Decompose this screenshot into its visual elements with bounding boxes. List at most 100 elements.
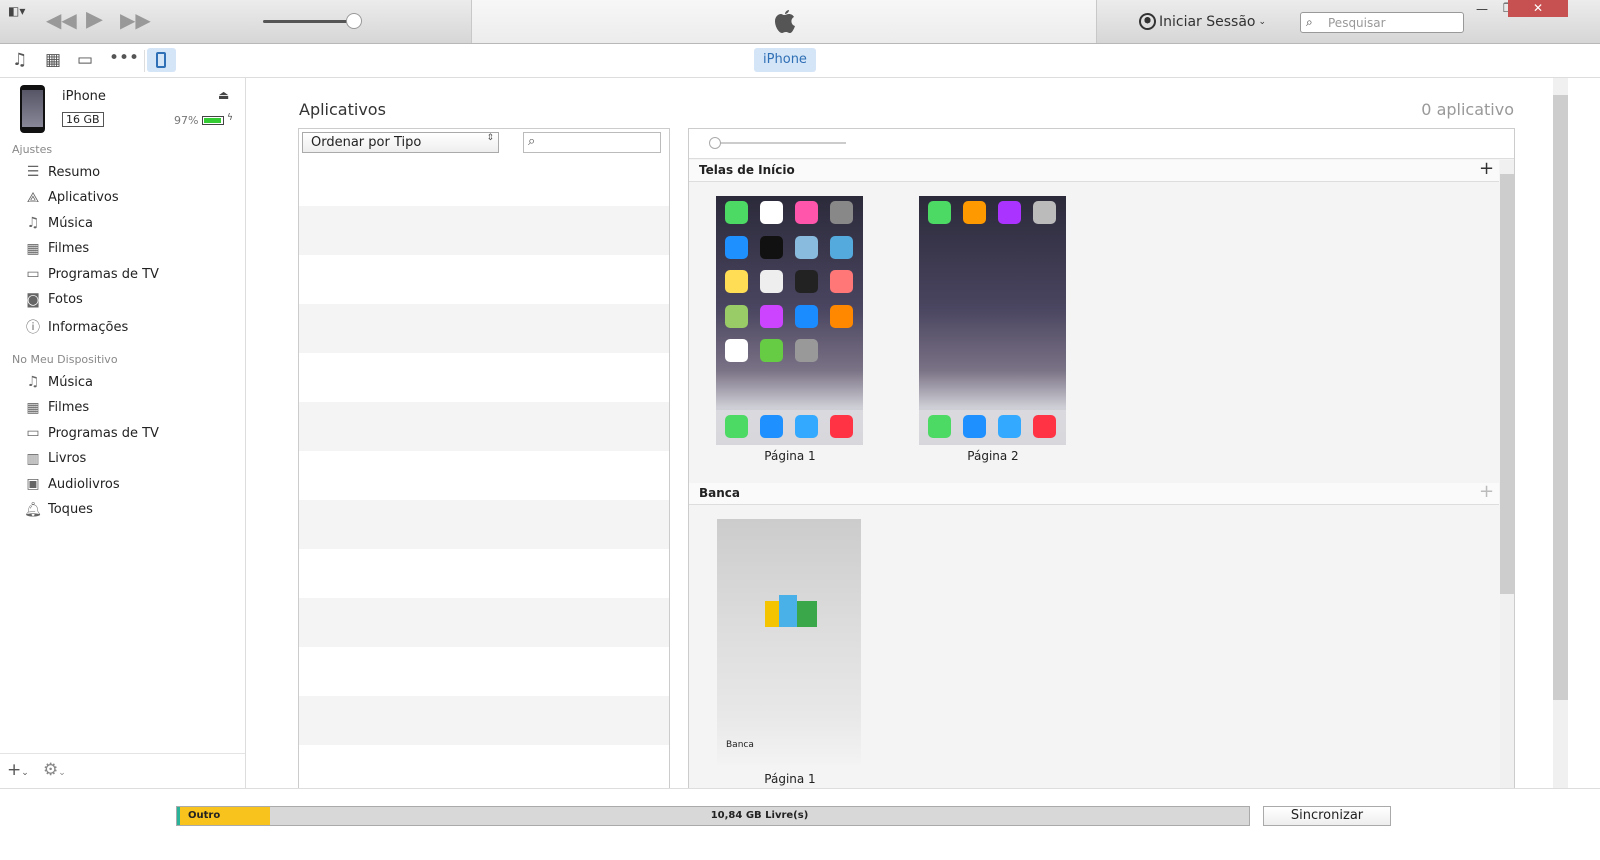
page-label: Página 1 <box>764 772 816 786</box>
tab-iphone[interactable]: iPhone <box>754 48 816 72</box>
add-icon[interactable]: +⌄ <box>7 760 29 780</box>
camera-icon: ◙ <box>26 291 40 308</box>
toolbar-divider <box>144 50 145 72</box>
music-icon: ♫ <box>26 215 40 231</box>
page-title: Aplicativos <box>299 100 386 119</box>
section-on-device: No Meu Dispositivo <box>12 353 118 366</box>
battery-icon <box>202 116 224 125</box>
play-icon[interactable]: ▶ <box>86 7 103 32</box>
gear-icon[interactable]: ⚙⌄ <box>43 760 66 780</box>
charging-icon: ϟ <box>227 113 233 123</box>
sidebar-item-livros[interactable]: ▥ Livros <box>24 451 86 467</box>
music-icon[interactable]: ♫ <box>12 50 27 70</box>
app-icon <box>998 201 1021 224</box>
sync-button[interactable]: Sincronizar <box>1263 806 1391 826</box>
list-row <box>299 500 669 549</box>
app-icon <box>760 304 783 328</box>
sidebar-item-filmes[interactable]: ▦ Filmes <box>24 400 89 416</box>
search-icon: ⌕ <box>528 134 536 149</box>
zoom-slider[interactable] <box>712 142 846 144</box>
music-icon: ♫ <box>26 374 40 390</box>
miniplayer-menu-icon[interactable]: ◧▾ <box>8 4 25 18</box>
sidebar-item-toques[interactable]: 🔔︎ Toques <box>24 502 93 518</box>
app-count: 0 aplicativo <box>1421 100 1514 119</box>
app-icon <box>760 235 783 259</box>
iphone-icon <box>156 52 166 68</box>
dock-app-icon <box>928 415 951 438</box>
app-search-input[interactable]: ⌕ <box>523 132 661 153</box>
folder-label: Banca <box>726 740 754 750</box>
app-icon <box>963 201 986 224</box>
app-icon <box>830 201 853 224</box>
list-row <box>299 206 669 255</box>
film-icon[interactable]: ▦ <box>45 50 61 70</box>
dock-app-icon <box>760 415 783 438</box>
newsstand-folder-icon <box>765 589 817 629</box>
list-row <box>299 598 669 647</box>
fast-forward-icon[interactable]: ▶▶ <box>120 8 151 32</box>
search-icon: ⌕ <box>1306 15 1313 29</box>
app-icon <box>725 270 748 293</box>
app-icon <box>795 304 818 328</box>
sidebar-item-fotos[interactable]: ◙ Fotos <box>24 292 83 308</box>
dock-app-icon <box>830 415 853 438</box>
page-label: Página 2 <box>967 449 1019 463</box>
dock-app-icon <box>795 415 818 438</box>
close-button[interactable]: ✕ <box>1508 0 1568 17</box>
storage-free: 10,84 GB Livre(s) <box>710 810 809 821</box>
tv-icon[interactable]: ▭ <box>77 50 93 70</box>
sidebar-divider <box>0 753 245 754</box>
more-icon[interactable]: ••• <box>109 48 139 68</box>
chevron-down-icon: ⌄ <box>1258 16 1267 27</box>
device-button[interactable] <box>147 48 176 72</box>
rewind-icon[interactable]: ◀◀ <box>46 8 77 32</box>
status-display <box>471 0 1097 43</box>
user-icon <box>1139 13 1156 30</box>
newsstand-page[interactable]: Banca <box>717 519 861 765</box>
film-icon: ▦ <box>26 240 40 257</box>
eject-icon[interactable]: ⏏ <box>218 88 229 102</box>
sidebar-item-programas-de-tv[interactable]: ▭ Programas de TV <box>24 266 159 282</box>
sort-select[interactable]: Ordenar por Tipo ⇕ <box>302 132 499 153</box>
battery-percent: 97% <box>174 114 199 127</box>
page-scrollbar[interactable] <box>1553 78 1568 788</box>
home-screen-page[interactable] <box>919 196 1066 445</box>
app-icon <box>760 270 783 293</box>
volume-knob[interactable] <box>346 13 362 29</box>
inner-scrollbar[interactable] <box>1500 160 1514 788</box>
app-icon <box>725 304 748 328</box>
minimize-button[interactable]: — <box>1476 2 1488 16</box>
sidebar-item-resumo[interactable]: ☰ Resumo <box>24 164 100 180</box>
volume-slider[interactable] <box>263 20 355 23</box>
apple-logo-icon <box>770 6 798 36</box>
sidebar-item-programas-de-tv[interactable]: ▭ Programas de TV <box>24 425 159 441</box>
app-icon <box>795 270 818 293</box>
list-row <box>299 402 669 451</box>
storage-bar: Outro 10,84 GB Livre(s) <box>176 806 1250 826</box>
sidebar-item-informações[interactable]: ⓘ Informações <box>24 317 128 337</box>
sidebar-item-aplicativos[interactable]: ⟁ Aplicativos <box>24 190 119 206</box>
sign-in-button[interactable]: Iniciar Sessão ⌄ <box>1139 13 1266 30</box>
add-page-icon[interactable]: + <box>1479 158 1494 179</box>
search-input[interactable]: ⌕ Pesquisar <box>1300 12 1464 33</box>
sidebar-item-filmes[interactable]: ▦ Filmes <box>24 241 89 257</box>
book-icon: ▥ <box>26 450 40 467</box>
updown-icon: ⇕ <box>486 133 494 143</box>
app-icon <box>725 339 748 362</box>
tv-icon: ▭ <box>26 266 40 282</box>
audiobook-icon: ▣ <box>26 476 40 492</box>
app-icon <box>760 201 783 224</box>
sidebar-item-música[interactable]: ♫ Música <box>24 215 93 231</box>
newsstand-header: Banca <box>689 483 1499 505</box>
bell-icon: 🔔︎ <box>24 501 42 518</box>
app-icon <box>830 270 853 293</box>
app-icon <box>795 339 818 362</box>
home-screen-page[interactable] <box>716 196 863 445</box>
device-name: iPhone <box>62 89 106 104</box>
sidebar-item-música[interactable]: ♫ Música <box>24 374 93 390</box>
apps-icon: ⟁ <box>26 189 40 206</box>
list-icon: ☰ <box>26 164 40 180</box>
zoom-knob[interactable] <box>709 137 721 149</box>
sidebar-item-audiolivros[interactable]: ▣ Audiolivros <box>24 476 119 492</box>
info-icon: ⓘ <box>26 320 40 336</box>
